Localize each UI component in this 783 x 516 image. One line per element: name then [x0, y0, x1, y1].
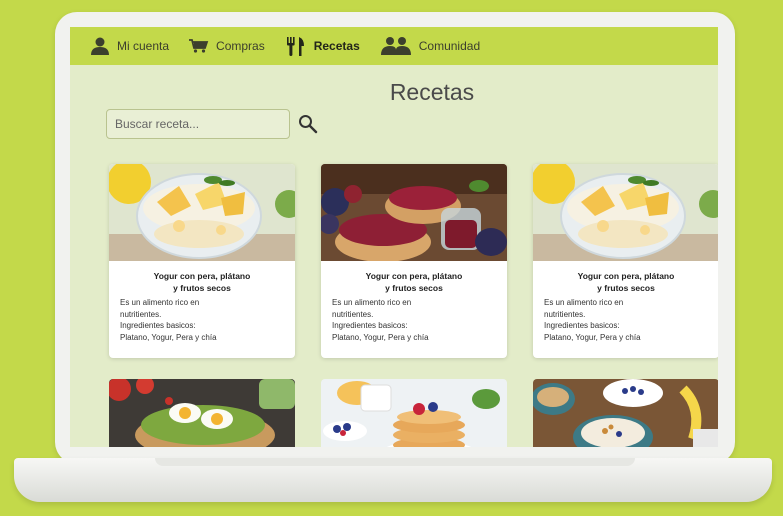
- laptop-notch: [155, 458, 635, 466]
- laptop-screen: Mi cuenta Compras Recetas Comunidad Rece…: [70, 27, 718, 447]
- nav-item-mi-cuenta[interactable]: Mi cuenta: [90, 36, 169, 56]
- top-navbar: Mi cuenta Compras Recetas Comunidad: [70, 27, 718, 65]
- recipe-card-description: Es un alimento rico en nutritientes. Ing…: [332, 298, 429, 342]
- nav-label-mi-cuenta: Mi cuenta: [117, 39, 170, 53]
- nav-label-recetas: Recetas: [313, 39, 360, 53]
- yogurt-parfait-photo: [109, 164, 295, 261]
- nav-item-compras[interactable]: Compras: [189, 39, 265, 53]
- recipe-card[interactable]: [109, 379, 295, 447]
- recipe-card[interactable]: Yogur con pera, plátano y frutos secos E…: [533, 164, 718, 358]
- nav-item-comunidad[interactable]: Comunidad: [380, 36, 480, 56]
- recipe-card-title: Yogur con pera, plátano y frutos secos: [153, 271, 251, 293]
- recipe-card-description: Es un alimento rico en nutritientes. Ing…: [544, 298, 641, 342]
- recipe-card-title: Yogur con pera, plátano y frutos secos: [365, 271, 463, 293]
- recipe-card[interactable]: Yogur con pera, plátano y frutos secos E…: [109, 164, 295, 358]
- yogurt-parfait-photo: [533, 164, 718, 261]
- nav-label-compras: Compras: [216, 39, 265, 53]
- nav-label-comunidad: Comunidad: [418, 39, 481, 53]
- search-icon[interactable]: [298, 114, 318, 139]
- granola-bowl-photo: [533, 379, 718, 447]
- cutlery-icon: [285, 35, 307, 57]
- page-title: Recetas: [389, 79, 475, 105]
- recipe-card-title: Yogur con pera, plátano y frutos secos: [577, 271, 675, 293]
- jam-toast-photo: [321, 164, 507, 261]
- community-icon: [380, 36, 412, 56]
- pancakes-photo: [321, 379, 507, 447]
- recipe-card[interactable]: Yogur con pera, plátano y frutos secos E…: [321, 164, 507, 358]
- recipe-card[interactable]: [533, 379, 718, 447]
- avocado-egg-toast-photo: [109, 379, 295, 447]
- recipe-card[interactable]: [321, 379, 507, 447]
- cart-icon: [189, 39, 209, 53]
- recipe-card-description: Es un alimento rico en nutritientes. Ing…: [120, 298, 217, 342]
- nav-item-recetas[interactable]: Recetas: [285, 35, 360, 57]
- search-input[interactable]: [106, 109, 290, 139]
- user-icon: [90, 36, 110, 56]
